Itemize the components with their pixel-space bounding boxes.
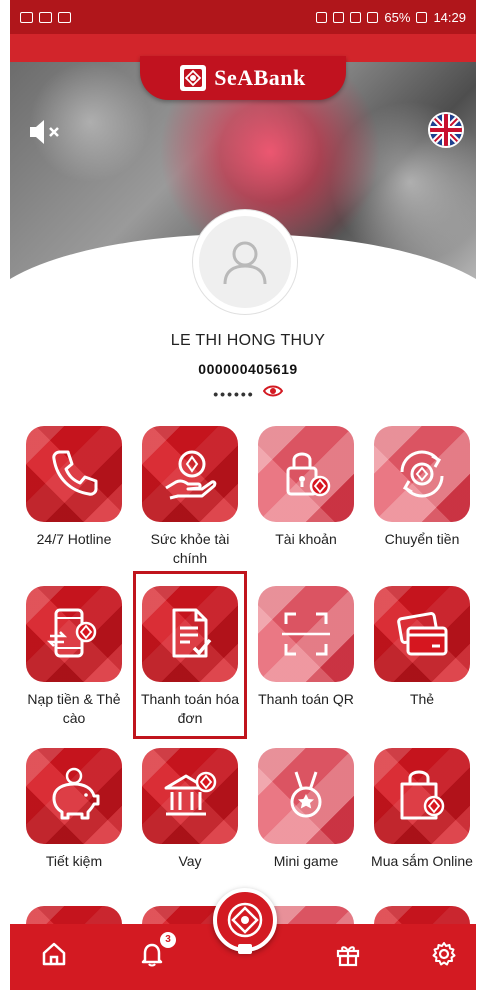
menu-tile-transfer[interactable] [374, 426, 470, 522]
shopping-bag-icon [400, 770, 445, 820]
menu-tile-savings[interactable] [26, 748, 122, 844]
balance-mask: •••••• [213, 385, 255, 402]
uk-flag-icon[interactable] [428, 112, 464, 148]
menu-tile-card[interactable] [374, 586, 470, 682]
battery-percent: 65% [384, 9, 411, 25]
eye-icon[interactable] [262, 384, 283, 403]
menu-tile-loan[interactable] [142, 748, 238, 844]
alarm-icon [316, 11, 328, 23]
transfer-coin-icon [400, 450, 444, 498]
menu-tile-mini-game[interactable] [258, 748, 354, 844]
wifi-icon [350, 11, 362, 23]
menu-label: Chuyển tiền [384, 531, 460, 547]
menu-label: Tài khoản [275, 531, 337, 547]
home-icon[interactable] [34, 934, 74, 974]
menu-label: Mua sắm Online [371, 853, 473, 869]
app-screen: 65% 14:29 SeABank LE THI HONG THUY 00000… [10, 0, 476, 990]
gallery-icon [39, 11, 52, 23]
account-number: 000000405619 [198, 361, 298, 377]
menu-label: Thanh toán QR [258, 691, 354, 707]
speaker-mute-icon[interactable] [26, 116, 66, 148]
menu-label: Mini game [273, 853, 339, 869]
balance-row: •••••• [10, 384, 476, 403]
menu-label: Nạp tiền & Thẻ cào [27, 691, 121, 726]
seabank-logo-icon [180, 65, 207, 91]
menu-tile-qr-payment[interactable] [258, 586, 354, 682]
signal-icon [367, 11, 379, 23]
menu-label: 24/7 Hotline [36, 531, 112, 547]
qr-scan-icon [282, 612, 330, 656]
lock-account-icon [286, 452, 331, 497]
menu-tile-hotline[interactable] [26, 426, 122, 522]
menu-label: Sức khỏe tài chính [150, 531, 230, 566]
fab-indicator [238, 944, 252, 954]
mute-status-icon [333, 11, 345, 23]
clock: 14:29 [433, 9, 466, 25]
gift-icon[interactable] [328, 934, 368, 974]
menu-tile-shopping[interactable] [374, 748, 470, 844]
menu-label: Vay [178, 853, 202, 869]
settings-gear-icon[interactable] [424, 934, 464, 974]
notification-badge: 3 [160, 932, 176, 948]
phone-topup-icon [46, 608, 97, 658]
avatar[interactable] [193, 210, 297, 314]
seabank-home-button[interactable] [213, 888, 277, 952]
brand-logo: SeABank [140, 56, 346, 100]
card-icon [397, 612, 448, 656]
brand-name: SeABank [214, 65, 306, 90]
status-bar: 65% 14:29 [10, 0, 476, 34]
menu-tile-account[interactable] [258, 426, 354, 522]
piggy-bank-icon [52, 767, 100, 820]
menu-label: Tiết kiệm [45, 853, 103, 869]
hand-coin-icon [165, 450, 217, 500]
menu-tile-topup[interactable] [26, 586, 122, 682]
battery-icon [416, 11, 428, 23]
menu-label: Thẻ [409, 691, 435, 707]
notification-icon [58, 11, 71, 23]
notification-icon [20, 11, 33, 23]
status-system-icons: 65% 14:29 [316, 10, 466, 25]
seabank-logo-icon [227, 902, 263, 938]
bank-loan-icon [164, 771, 217, 816]
status-notification-icons [20, 11, 71, 23]
user-name: LE THI HONG THUY [170, 332, 326, 349]
highlight-frame [133, 571, 247, 739]
menu-tile-financial-health[interactable] [142, 426, 238, 522]
medal-icon [290, 771, 322, 818]
user-icon [223, 241, 267, 285]
phone-icon [52, 450, 98, 496]
